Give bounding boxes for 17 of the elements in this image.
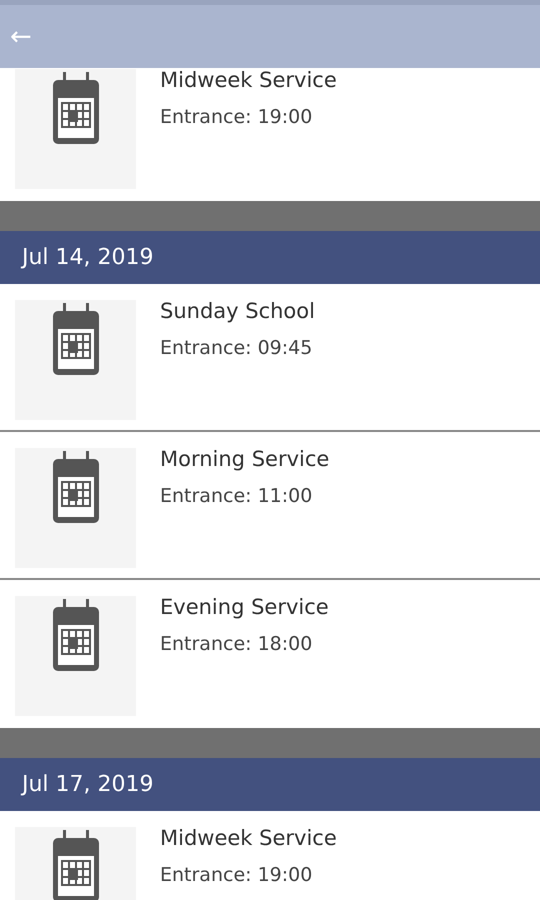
event-entrance-time: Entrance: 11:00 — [160, 484, 314, 508]
calendar-icon — [52, 72, 100, 144]
event-entrance-time: Entrance: 09:45 — [160, 336, 314, 360]
calendar-icon — [52, 599, 100, 671]
event-title: Evening Service — [160, 594, 329, 621]
event-title: Midweek Service — [160, 825, 337, 852]
calendar-icon — [52, 303, 100, 375]
date-label: Jul 14, 2019 — [22, 244, 154, 272]
event-entrance-time: Entrance: 19:00 — [160, 862, 314, 888]
calendar-icon — [52, 451, 100, 523]
event-title: Midweek Service — [160, 68, 337, 94]
date-label: Jul 17, 2019 — [22, 771, 154, 799]
event-title: Sunday School — [160, 298, 315, 325]
back-button[interactable]: ← — [10, 24, 32, 50]
event-title: Morning Service — [160, 446, 330, 473]
event-entrance-time: Entrance: 19:00 — [160, 104, 314, 130]
event-entrance-time: Entrance: 18:00 — [160, 632, 314, 656]
